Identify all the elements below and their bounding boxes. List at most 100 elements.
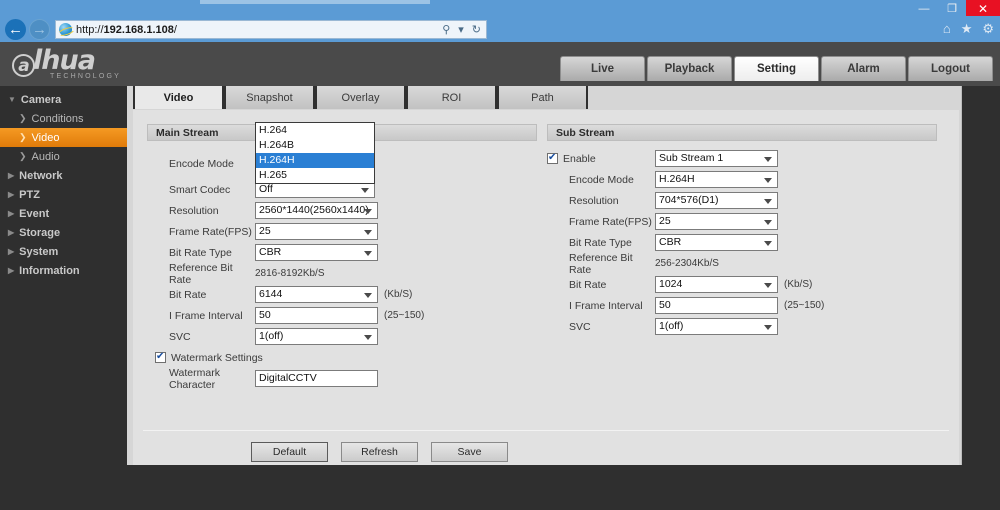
- form-actions: Default Refresh Save: [251, 442, 508, 462]
- dropdown-option-h264h[interactable]: H.264H: [256, 153, 374, 168]
- tab-roi[interactable]: ROI: [406, 86, 497, 109]
- field-label: Bit Rate Type: [169, 246, 232, 259]
- field-label: I Frame Interval: [569, 299, 643, 312]
- svc-wrap: 1(off): [255, 328, 378, 345]
- titlebar-accent-strip: [200, 0, 430, 4]
- default-button[interactable]: Default: [251, 442, 328, 462]
- field-sub-svc: SVC 1(off): [547, 316, 937, 337]
- nav-tab-live[interactable]: Live: [560, 56, 645, 81]
- sidebar-item-ptz[interactable]: ▶ PTZ: [0, 185, 127, 204]
- field-sub-frame-rate: Frame Rate(FPS) 25: [547, 211, 937, 232]
- encode-mode-select-wrap: H.264H H.264 H.264B H.264H H.265: [255, 122, 375, 184]
- url-input[interactable]: http://192.168.1.108/ ⚲ ▾ ↻: [55, 20, 487, 39]
- field-label: Smart Codec: [169, 183, 231, 196]
- tab-overlay[interactable]: Overlay: [315, 86, 406, 109]
- main-svc-select[interactable]: 1(off): [255, 328, 378, 345]
- save-button[interactable]: Save: [431, 442, 508, 462]
- tab-path[interactable]: Path: [497, 86, 588, 109]
- dropdown-option-h264b[interactable]: H.264B: [256, 138, 374, 153]
- sub-resolution-wrap: 704*576(D1): [655, 192, 778, 209]
- field-label: Reference Bit Rate: [169, 261, 233, 286]
- field-label: Bit Rate: [569, 278, 607, 291]
- main-bit-rate-select[interactable]: 6144: [255, 286, 378, 303]
- watermark-settings-checkbox[interactable]: [155, 351, 166, 363]
- bit-rate-type-wrap: CBR: [255, 244, 378, 261]
- watermark-settings-label: Watermark Settings: [171, 351, 263, 364]
- sidebar-item-event[interactable]: ▶ Event: [0, 204, 127, 223]
- field-watermark-settings[interactable]: Watermark Settings: [147, 347, 537, 368]
- sidebar-item-network[interactable]: ▶ Network: [0, 166, 127, 185]
- sub-bit-rate-type-select[interactable]: CBR: [655, 234, 778, 251]
- i-frame-wrap: 50: [255, 307, 378, 324]
- sidebar-item-conditions[interactable]: ❯ Conditions: [0, 109, 127, 128]
- gear-icon[interactable]: ⚙: [982, 19, 994, 39]
- sidebar-item-camera[interactable]: ▼ Camera: [0, 90, 127, 109]
- sidebar-item-label: Conditions: [31, 112, 84, 125]
- field-sub-i-frame-interval: I Frame Interval 50 (25~150): [547, 295, 937, 316]
- sidebar-item-system[interactable]: ▶ System: [0, 242, 127, 261]
- field-label: Bit Rate Type: [569, 236, 632, 249]
- main-stream-column: Encode Mode H.264H H.264 H.264B H.264H H…: [147, 122, 537, 391]
- search-icon[interactable]: ⚲: [440, 23, 452, 36]
- field-label: I Frame Interval: [169, 309, 243, 322]
- dropdown-option-h265[interactable]: H.265: [256, 168, 374, 183]
- main-i-frame-interval-input[interactable]: 50: [255, 307, 378, 324]
- sidebar-item-label: Camera: [20, 93, 62, 106]
- resolution-wrap: 2560*1440(2560x1440): [255, 202, 378, 219]
- field-main-svc: SVC 1(off): [147, 326, 537, 347]
- nav-tab-setting[interactable]: Setting: [734, 56, 819, 81]
- sub-stream-column: Enable Sub Stream 1 Encode Mode H.264H R…: [547, 148, 937, 337]
- nav-tab-playback[interactable]: Playback: [647, 56, 732, 81]
- tab-snapshot[interactable]: Snapshot: [224, 86, 315, 109]
- watermark-char-wrap: DigitalCCTV: [255, 370, 378, 387]
- sub-stream-select-wrap: Sub Stream 1: [655, 150, 778, 167]
- sidebar-item-audio[interactable]: ❯ Audio: [0, 147, 127, 166]
- field-sub-reference-bit-rate: Reference Bit Rate 256-2304Kb/S: [547, 252, 937, 276]
- content-panel: Video Snapshot Overlay ROI Path Main Str…: [127, 86, 962, 465]
- sub-resolution-select[interactable]: 704*576(D1): [655, 192, 778, 209]
- sidebar-item-label: System: [19, 245, 59, 258]
- url-text: http://192.168.1.108/: [76, 23, 177, 36]
- sidebar-item-information[interactable]: ▶ Information: [0, 261, 127, 280]
- sub-stream-select[interactable]: Sub Stream 1: [655, 150, 778, 167]
- chevron-right-icon: ▶: [8, 247, 15, 256]
- dahua-logo: a lhua TECHNOLOGY: [12, 47, 121, 80]
- sub-bit-rate-select[interactable]: 1024: [655, 276, 778, 293]
- nav-tab-logout[interactable]: Logout: [908, 56, 993, 81]
- sub-svc-select[interactable]: 1(off): [655, 318, 778, 335]
- sub-frame-rate-select[interactable]: 25: [655, 213, 778, 230]
- page-background-bottom: [127, 465, 1000, 510]
- back-arrow-icon[interactable]: ←: [5, 19, 26, 40]
- sub-bit-rate-unit: (Kb/S): [784, 279, 813, 290]
- main-encode-mode-dropdown-list[interactable]: H.264 H.264B H.264H H.265: [255, 122, 375, 184]
- sidebar-item-video[interactable]: ❯ Video: [0, 128, 127, 147]
- watermark-character-input[interactable]: DigitalCCTV: [255, 370, 378, 387]
- sub-i-frame-range-hint: (25~150): [784, 300, 825, 311]
- field-label: Resolution: [569, 194, 619, 207]
- main-resolution-select[interactable]: 2560*1440(2560x1440): [255, 202, 378, 219]
- chevron-right-icon: ❯: [19, 132, 27, 142]
- field-main-bit-rate-type: Bit Rate Type CBR: [147, 242, 537, 263]
- sub-stream-enable-checkbox[interactable]: [547, 152, 558, 164]
- forward-arrow-icon[interactable]: →: [29, 19, 50, 40]
- favorites-star-icon[interactable]: ★: [961, 19, 973, 39]
- refresh-button[interactable]: Refresh: [341, 442, 418, 462]
- main-i-frame-range-hint: (25~150): [384, 310, 425, 321]
- chevron-down-icon[interactable]: ▾: [456, 23, 466, 36]
- sub-encode-mode-select[interactable]: H.264H: [655, 171, 778, 188]
- sidebar-item-storage[interactable]: ▶ Storage: [0, 223, 127, 242]
- sub-enable-label-wrap[interactable]: Enable: [547, 152, 655, 165]
- logo-a-glyph: a: [12, 54, 35, 77]
- main-bit-rate-unit: (Kb/S): [384, 289, 413, 300]
- main-frame-rate-select[interactable]: 25: [255, 223, 378, 240]
- refresh-icon[interactable]: ↻: [470, 23, 483, 36]
- sub-i-frame-wrap: 50: [655, 297, 778, 314]
- sub-i-frame-interval-input[interactable]: 50: [655, 297, 778, 314]
- main-bit-rate-type-select[interactable]: CBR: [255, 244, 378, 261]
- home-icon[interactable]: ⌂: [943, 19, 951, 39]
- field-label: Resolution: [169, 204, 219, 217]
- dropdown-option-h264[interactable]: H.264: [256, 123, 374, 138]
- nav-tab-alarm[interactable]: Alarm: [821, 56, 906, 81]
- tab-video[interactable]: Video: [133, 86, 224, 109]
- chevron-right-icon: ❯: [19, 113, 27, 123]
